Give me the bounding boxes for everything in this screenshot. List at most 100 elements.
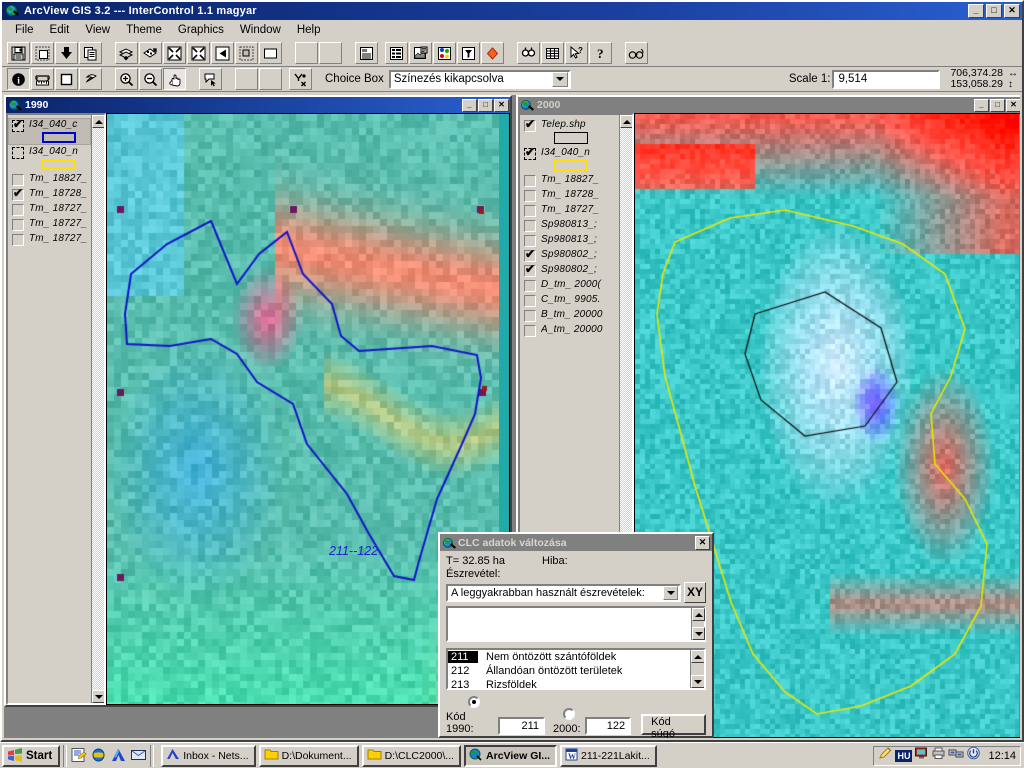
layer-item[interactable]: Sp980802_;: [520, 248, 619, 263]
layer-item[interactable]: Tm_ 18827_: [520, 173, 619, 188]
view-1990-maximize[interactable]: □: [478, 98, 493, 112]
keyboard-language-icon[interactable]: HU: [895, 749, 913, 762]
menu-theme[interactable]: Theme: [118, 22, 170, 38]
view-window-1990[interactable]: 1990 _ □ ✕ I34_040_c I34_040_n Tm_ 18827_ T…: [4, 95, 512, 707]
display-tray-icon[interactable]: [914, 746, 929, 765]
layer-visibility-checkbox[interactable]: [524, 118, 536, 132]
blank-tool-1[interactable]: [235, 68, 258, 90]
add-theme-icon[interactable]: [55, 42, 78, 64]
internet-explorer-icon[interactable]: [90, 747, 107, 764]
choice-box-dropdown[interactable]: Színezés kikapcsolva: [388, 69, 571, 89]
code-list-row[interactable]: 212 Állandóan öntözött területek: [448, 664, 690, 678]
layer-visibility-checkbox[interactable]: [12, 219, 24, 231]
save-project-icon[interactable]: [7, 42, 30, 64]
layer-visibility-checkbox[interactable]: [12, 118, 24, 132]
scroll-up-button[interactable]: [92, 115, 104, 128]
open-table-icon[interactable]: [355, 42, 378, 64]
layer-symbol-swatch[interactable]: [42, 132, 76, 143]
scroll-up-button[interactable]: [691, 650, 704, 663]
new-view-icon[interactable]: [31, 42, 54, 64]
note-textarea-scrollbar[interactable]: [691, 608, 705, 640]
netscape-icon[interactable]: [110, 747, 127, 764]
scroll-down-button[interactable]: [692, 627, 705, 640]
layer-item[interactable]: B_tm_ 20000: [520, 308, 619, 323]
taskbar-task-button[interactable]: W 211-221Lakit...: [560, 744, 657, 767]
code-1990-input[interactable]: 211: [498, 717, 546, 735]
layer-visibility-checkbox[interactable]: [524, 295, 536, 307]
taskbar-task-button[interactable]: D:\CLC2000\...: [361, 744, 462, 767]
view-1990-table-of-contents[interactable]: I34_040_c I34_040_n Tm_ 18827_ Tm_ 18728_ Tm…: [6, 113, 106, 705]
hot-link-icon[interactable]: [481, 42, 504, 64]
table-summary-icon[interactable]: [541, 42, 564, 64]
layer-visibility-checkbox[interactable]: [524, 280, 536, 292]
layer-item[interactable]: C_tm_ 9905.: [520, 293, 619, 308]
find-icon[interactable]: [517, 42, 540, 64]
scroll-up-button[interactable]: [620, 115, 632, 128]
label-tool-icon[interactable]: [199, 68, 222, 90]
layer-item[interactable]: I34_040_n: [520, 146, 619, 173]
symbol-palette-icon[interactable]: [433, 42, 456, 64]
view-1990-close[interactable]: ✕: [494, 98, 509, 112]
zoom-out-tool-icon[interactable]: [139, 68, 162, 90]
menu-view[interactable]: View: [77, 22, 118, 38]
layer-item[interactable]: Tm_ 18728_: [8, 187, 91, 202]
zoom-in-tool-icon[interactable]: [115, 68, 138, 90]
frequent-notes-dropdown[interactable]: A leggyakrabban használt észrevételek:: [446, 583, 681, 602]
layer-item[interactable]: D_tm_ 2000(: [520, 278, 619, 293]
edit-legend-icon[interactable]: [409, 42, 432, 64]
copy-icon[interactable]: [79, 42, 102, 64]
pencil-tray-icon[interactable]: [878, 746, 893, 765]
network-tray-icon[interactable]: [948, 746, 964, 765]
layer-item[interactable]: Tm_ 18727_: [8, 232, 91, 247]
layer-visibility-checkbox[interactable]: [524, 325, 536, 337]
layer-visibility-checkbox[interactable]: [524, 190, 536, 202]
xy-button[interactable]: XY: [684, 582, 706, 603]
minimize-button[interactable]: _: [968, 4, 984, 18]
menu-window[interactable]: Window: [232, 22, 289, 38]
chevron-down-icon[interactable]: [663, 585, 678, 600]
attributes-icon[interactable]: [385, 42, 408, 64]
code-list-row[interactable]: 213 Rizsföldek: [448, 678, 690, 688]
select-feature-icon[interactable]: [55, 68, 78, 90]
scroll-up-button[interactable]: [692, 608, 705, 621]
glasses-icon[interactable]: [625, 42, 648, 64]
layer-symbol-swatch[interactable]: [554, 160, 588, 171]
start-button[interactable]: Start: [2, 744, 61, 767]
taskbar-task-button[interactable]: Inbox - Nets...: [161, 744, 256, 767]
code-list-scrollbar[interactable]: [690, 650, 704, 688]
menu-help[interactable]: Help: [289, 22, 329, 38]
show-desktop-icon[interactable]: [70, 747, 87, 764]
layer-visibility-checkbox[interactable]: [524, 220, 536, 232]
measure-tool-icon[interactable]: [31, 68, 54, 90]
code-2000-group[interactable]: 2000:: [553, 708, 581, 735]
zoom-previous-icon[interactable]: [211, 42, 234, 64]
layer-item[interactable]: Sp980813_;: [520, 218, 619, 233]
maximize-button[interactable]: □: [986, 4, 1002, 18]
scrollbar-track[interactable]: [92, 128, 104, 690]
menu-graphics[interactable]: Graphics: [170, 22, 232, 38]
clc-change-dialog[interactable]: CLC adatok változása ✕ T= 32.85 ha Hiba:…: [438, 532, 714, 738]
layer-item[interactable]: Telep.shp: [520, 118, 619, 146]
layer-item[interactable]: Tm_ 18728_: [520, 188, 619, 203]
layer-symbol-swatch[interactable]: [42, 159, 76, 170]
help-pointer-icon[interactable]: ?: [565, 42, 588, 64]
dialog-close-button[interactable]: ✕: [695, 535, 710, 550]
layer-visibility-checkbox[interactable]: [524, 235, 536, 247]
blank-button-1[interactable]: [295, 42, 318, 64]
layer-visibility-checkbox[interactable]: [524, 310, 536, 322]
layer-item[interactable]: Tm_ 18727_: [8, 217, 91, 232]
layer-item[interactable]: Sp980813_;: [520, 233, 619, 248]
taskbar-task-button[interactable]: ArcView GI...: [464, 744, 558, 767]
view-2000-close[interactable]: ✕: [1006, 98, 1020, 112]
layer-visibility-checkbox[interactable]: [12, 187, 24, 201]
layer-visibility-checkbox[interactable]: [12, 174, 24, 186]
menu-edit[interactable]: Edit: [42, 22, 78, 38]
clear-selection-icon[interactable]: [235, 42, 258, 64]
toc-1990-scrollbar[interactable]: [91, 115, 104, 703]
chevron-down-icon[interactable]: [551, 71, 568, 87]
close-button[interactable]: ✕: [1004, 4, 1020, 18]
blank-button-2[interactable]: [319, 42, 342, 64]
scale-input[interactable]: 9,514: [832, 69, 941, 89]
layer-visibility-checkbox[interactable]: [12, 204, 24, 216]
note-textarea[interactable]: [446, 606, 706, 642]
